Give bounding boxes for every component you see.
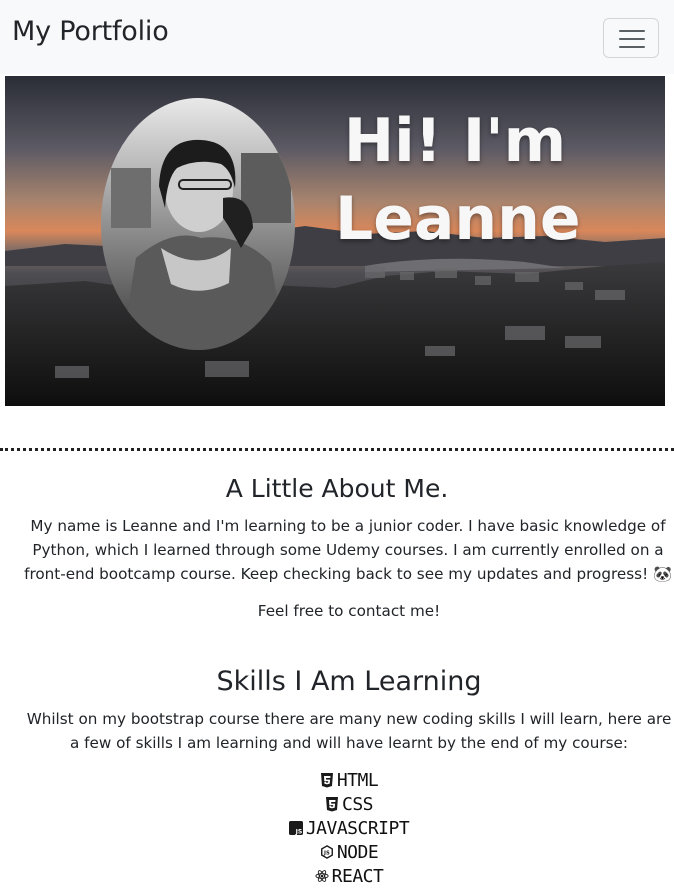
hero-title: Hi! I'm Leanne: [335, 106, 581, 254]
skill-item-react: REACT: [0, 865, 674, 889]
about-paragraph: My name is Leanne and I'm learning to be…: [24, 517, 672, 583]
skills-paragraph: Whilst on my bootstrap course there are …: [26, 710, 672, 752]
skill-label: REACT: [331, 866, 384, 887]
skill-label: NODE: [336, 842, 379, 863]
javascript-icon: JS: [288, 821, 303, 835]
section-divider: [0, 448, 674, 451]
skill-item-javascript: JS JAVASCRIPT: [0, 817, 674, 841]
html5-icon: [320, 773, 333, 788]
svg-text:JS: JS: [323, 851, 330, 857]
hero-section: Hi! I'm Leanne: [5, 76, 665, 406]
react-icon: [315, 870, 329, 882]
skill-label: HTML: [336, 770, 379, 791]
skill-item-html: HTML: [0, 769, 674, 793]
navbar: My Portfolio: [0, 0, 674, 74]
navbar-toggle-button[interactable]: [603, 18, 659, 58]
navbar-brand[interactable]: My Portfolio: [12, 16, 169, 47]
skill-label: JAVASCRIPT: [305, 818, 410, 839]
skill-item-node: JS NODE: [0, 841, 674, 865]
svg-text:JS: JS: [294, 828, 302, 835]
about-heading: A Little About Me.: [225, 474, 449, 503]
contact-prompt: Feel free to contact me!: [257, 602, 441, 620]
nodejs-icon: JS: [320, 845, 333, 859]
css3-icon: [325, 797, 338, 812]
skills-heading: Skills I Am Learning: [216, 666, 482, 697]
skill-item-css: CSS: [0, 793, 674, 817]
skill-label: CSS: [341, 794, 374, 815]
profile-photo: [101, 98, 295, 350]
